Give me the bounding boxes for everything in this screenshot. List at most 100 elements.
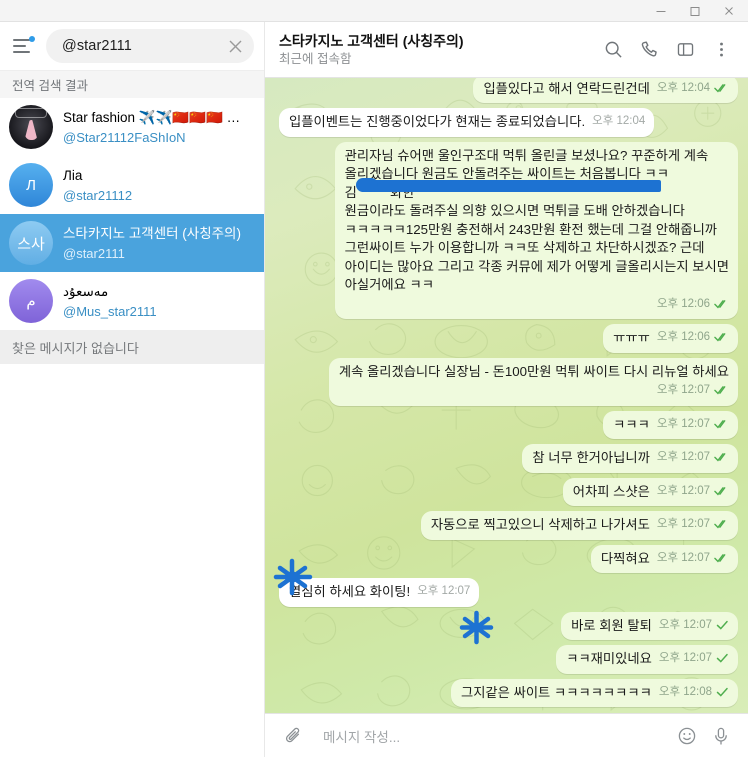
- message-time: 오후 12:07: [656, 518, 710, 530]
- message-time: 오후 12:07: [417, 585, 471, 597]
- search-results-list: Star fashion ✈️✈️🇨🇳🇨🇳🇨🇳 … @Star21112FaSh…: [0, 98, 264, 757]
- message-time: 오후 12:07: [656, 417, 710, 430]
- search-clear-icon[interactable]: [224, 35, 246, 57]
- message-time: 오후 12:07: [656, 384, 710, 396]
- message-bubble[interactable]: 계속 올리겠습니다 실장님 - 돈100만원 먹튀 싸이트 다시 리뉴얼 하세요…: [328, 357, 738, 406]
- message-time: 오후 12:07: [656, 484, 710, 497]
- message-bubble[interactable]: 참 너무 한거아닙니까 오후 12:07: [522, 444, 738, 473]
- message-meta: 오후 12:06: [345, 295, 729, 314]
- list-item-username: @Mus_star2111: [63, 303, 157, 319]
- read-receipt-double-check-icon: [714, 419, 729, 429]
- message-time: 오후 12:08: [658, 685, 712, 698]
- message-bubble[interactable]: 바로 회원 탈퇴 오후 12:07: [561, 611, 738, 640]
- message-row: ㅋㅋ재미있네요 오후 12:07: [279, 645, 738, 674]
- message-meta: 오후 12:04: [592, 112, 645, 131]
- message-list-inner: 입플도있나요? 오후 12:04 입플있다고 해서 연: [279, 78, 738, 707]
- chat-panel: 스타카지노 고객센터 (사칭주의) 최근에 접속함 입플있다고 해서 연락드린건…: [265, 22, 748, 757]
- message-list[interactable]: 입플도있나요? 오후 12:04 입플있다고 해서 연: [265, 78, 748, 713]
- sidebar-search-bar: @star2111: [0, 22, 264, 70]
- sent-receipt-single-check-icon: [716, 687, 729, 697]
- message-text: 입플이벤트는 진행중이었다가 현재는 종료되었습니다.: [289, 114, 586, 129]
- message-text: 계속 올리겠습니다 실장님 - 돈100만원 먹튀 싸이트 다시 리뉴얼 하세요: [338, 363, 729, 379]
- message-bubble[interactable]: ㅋㅋㅋ 오후 12:07: [603, 410, 738, 439]
- message-row: 참 너무 한거아닙니까 오후 12:07: [279, 444, 738, 473]
- message-text: 자동으로 찍고있으니 삭제하고 나가셔도: [430, 517, 650, 532]
- window-close-button[interactable]: [712, 0, 746, 21]
- list-item-title: مەسعۇد: [63, 283, 109, 299]
- sidebar-item-mus-star[interactable]: م مەسعۇد @Mus_star2111: [0, 272, 264, 330]
- search-icon[interactable]: [596, 33, 630, 67]
- sidebar-item-starcasino-support[interactable]: 스사 스타카지노 고객센터 (사칭주의) @star2111: [0, 214, 264, 272]
- redaction-mark: [360, 179, 661, 192]
- message-time: 오후 12:07: [658, 618, 712, 631]
- sidebar-item-lia[interactable]: Л Ліа @star21112: [0, 156, 264, 214]
- message-meta: 오후 12:07: [657, 515, 729, 534]
- message-text: 입플있다고 해서 연락드린건데: [483, 80, 650, 96]
- message-bubble[interactable]: ㅠㅠㅠ 오후 12:06: [603, 324, 738, 353]
- avatar: Л: [9, 163, 53, 207]
- message-text: 다찍혀요: [600, 550, 650, 566]
- avatar-initials: Л: [26, 176, 36, 194]
- message-row: ㅋㅋㅋ 오후 12:07: [279, 410, 738, 439]
- message-input[interactable]: 메시지 작성...: [323, 726, 670, 746]
- message-bubble[interactable]: 입플이벤트는 진행중이었다가 현재는 종료되었습니다. 오후 12:04: [279, 108, 655, 137]
- message-meta: 오후 12:08: [659, 683, 729, 702]
- list-item-username: @star2111: [63, 245, 125, 261]
- message-row: 입플있다고 해서 연락드린건데 오후 12:04: [279, 78, 738, 103]
- message-row: 그지같은 싸이트 ㅋㅋㅋㅋㅋㅋㅋㅋ 오후 12:08: [279, 678, 738, 707]
- hamburger-menu-icon[interactable]: [8, 31, 38, 61]
- microphone-icon[interactable]: [704, 719, 738, 753]
- more-vertical-icon[interactable]: [704, 33, 738, 67]
- smiley-icon[interactable]: [670, 719, 704, 753]
- message-bubble[interactable]: 입플있다고 해서 연락드린건데 오후 12:04: [473, 78, 738, 103]
- message-meta: 오후 12:07: [659, 649, 729, 668]
- message-bubble-long[interactable]: 관리자님 슈어맨 울인구조대 먹튀 올린글 보셨나요? 꾸준하게 계속 올리겠습…: [334, 141, 738, 319]
- sidebar-item-star-fashion[interactable]: Star fashion ✈️✈️🇨🇳🇨🇳🇨🇳 … @Star21112FaSh…: [0, 98, 264, 156]
- list-item-title: Ліа: [63, 167, 83, 183]
- phone-icon[interactable]: [632, 33, 666, 67]
- paperclip-icon[interactable]: [277, 719, 311, 753]
- message-meta: 오후 12:04: [657, 79, 729, 98]
- chat-status: 최근에 접속함: [279, 51, 352, 66]
- message-text: 참 너무 한거아닙니까: [532, 450, 650, 465]
- message-bubble[interactable]: 그지같은 싸이트 ㅋㅋㅋㅋㅋㅋㅋㅋ 오후 12:08: [450, 678, 738, 707]
- message-time: 오후 12:07: [656, 551, 710, 564]
- redaction-mark: [355, 177, 378, 192]
- message-bubble[interactable]: 다찍혀요 오후 12:07: [590, 544, 738, 573]
- chat-title: 스타카지노 고객센터 (사칭주의): [279, 32, 464, 49]
- search-input[interactable]: @star2111: [46, 29, 254, 63]
- sidebar: @star2111 전역 검색 결과 Star fashion ✈️✈️🇨🇳🇨🇳: [0, 22, 265, 757]
- message-composer: 메시지 작성...: [265, 713, 748, 757]
- read-receipt-double-check-icon: [714, 486, 729, 496]
- message-text: 관리자님 슈어맨 울인구조대 먹튀 올린글 보셨나요? 꾸준하게 계속 올리겠습…: [344, 147, 729, 293]
- avatar-initials: 스사: [17, 235, 45, 253]
- read-receipt-double-check-icon: [714, 332, 729, 342]
- message-meta: 오후 12:07: [657, 448, 729, 467]
- message-row: 다찍혀요 오후 12:07: [279, 544, 738, 573]
- message-row: 어차피 스샷은 오후 12:07: [279, 477, 738, 506]
- list-item-title: Star fashion ✈️✈️🇨🇳🇨🇳🇨🇳 …: [63, 109, 241, 125]
- chat-header: 스타카지노 고객센터 (사칭주의) 최근에 접속함: [265, 22, 748, 78]
- message-row: 바로 회원 탈퇴 오후 12:07: [279, 611, 738, 640]
- list-item-title: 스타카지노 고객센터 (사칭주의): [63, 225, 241, 241]
- message-row: ㅠㅠㅠ 오후 12:06: [279, 324, 738, 353]
- message-bubble[interactable]: 열심히 하세요 화이팅! 오후 12:07: [279, 578, 480, 607]
- avatar: [9, 105, 53, 149]
- sidebar-panel-icon[interactable]: [668, 33, 702, 67]
- read-receipt-double-check-icon: [714, 299, 729, 309]
- avatar: 스사: [9, 221, 53, 265]
- message-bubble[interactable]: 자동으로 찍고있으니 삭제하고 나가셔도 오후 12:07: [420, 511, 738, 540]
- read-receipt-double-check-icon: [714, 83, 729, 93]
- message-bubble[interactable]: 어차피 스샷은 오후 12:07: [562, 477, 738, 506]
- message-meta: 오후 12:07: [417, 582, 470, 601]
- message-text: ㅋㅋ재미있네요: [566, 651, 652, 666]
- window-maximize-button[interactable]: [678, 0, 712, 21]
- message-text: ㅋㅋㅋ: [613, 416, 650, 432]
- read-receipt-double-check-icon: [714, 519, 729, 529]
- window-minimize-button[interactable]: [644, 0, 678, 21]
- message-row: 열심히 하세요 화이팅! 오후 12:07: [279, 578, 738, 607]
- message-row: 자동으로 찍고있으니 삭제하고 나가셔도 오후 12:07: [279, 511, 738, 540]
- message-bubble[interactable]: ㅋㅋ재미있네요 오후 12:07: [556, 645, 738, 674]
- no-messages-found-note: 찾은 메시지가 없습니다: [0, 330, 264, 364]
- message-time: 오후 12:07: [656, 451, 710, 463]
